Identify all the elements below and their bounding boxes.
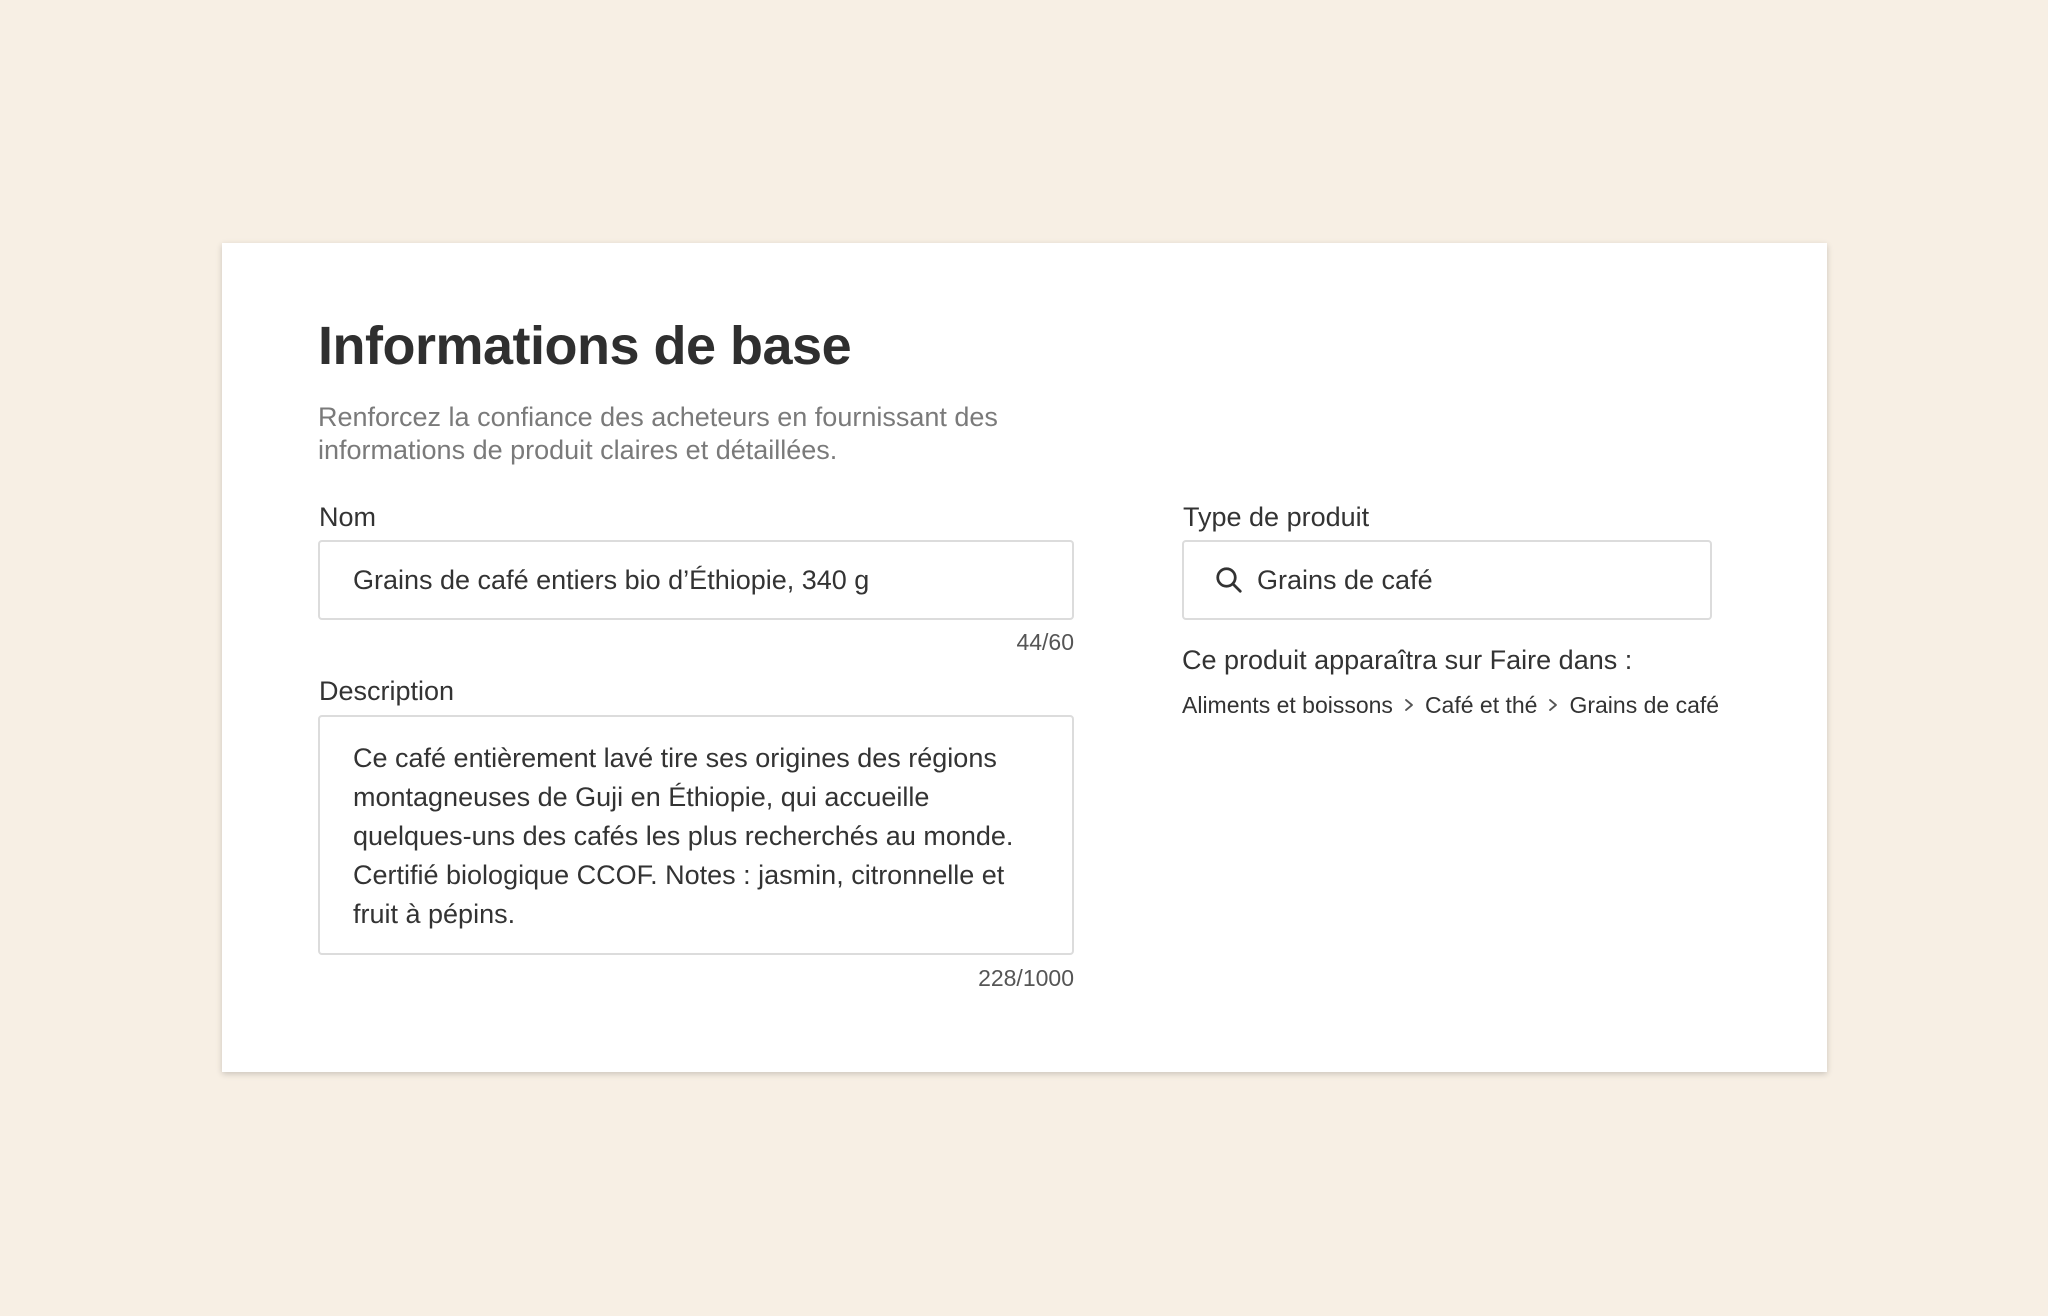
chevron-right-icon — [1547, 697, 1559, 713]
description-textarea[interactable]: Ce café entièrement lavé tire ses origin… — [318, 715, 1074, 955]
category-breadcrumb: Aliments et boissons Café et thé Grains … — [1182, 690, 1719, 720]
description-char-counter: 228/1000 — [978, 965, 1074, 991]
chevron-right-icon — [1403, 697, 1415, 713]
section-subtitle: Renforcez la confiance des acheteurs en … — [318, 402, 998, 465]
name-input[interactable] — [318, 540, 1074, 620]
name-char-counter: 44/60 — [1016, 629, 1074, 655]
product-type-value: Grains de café — [1257, 565, 1433, 595]
description-label: Description — [319, 676, 455, 706]
search-icon — [1216, 567, 1242, 593]
breadcrumb-item-coffee-beans: Grains de café — [1569, 692, 1720, 718]
breadcrumb-item-coffee-and-tea: Café et thé — [1424, 692, 1538, 718]
name-label: Nom — [319, 502, 377, 532]
breadcrumb-item-food-and-drink: Aliments et boissons — [1182, 692, 1393, 718]
basic-info-card: Informations de base Renforcez la confia… — [222, 243, 1827, 1072]
product-type-label: Type de produit — [1183, 502, 1370, 532]
category-placement-text: Ce produit apparaîtra sur Faire dans : — [1182, 645, 1633, 675]
section-title: Informations de base — [318, 316, 852, 376]
product-type-search-input[interactable]: Grains de café — [1182, 540, 1712, 620]
